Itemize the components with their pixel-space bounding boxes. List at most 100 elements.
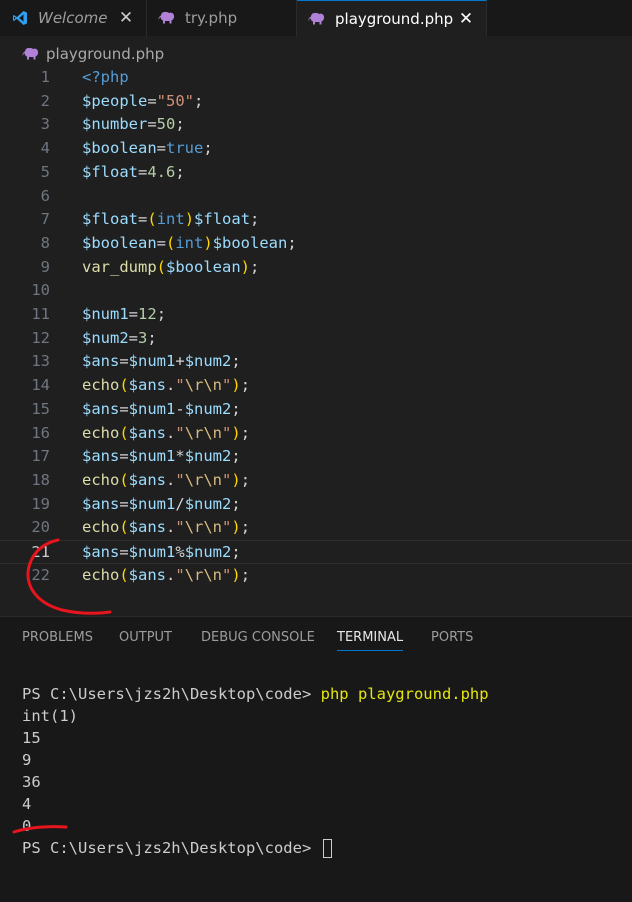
code-token: <?php [82,68,129,86]
code-token: ; [194,91,204,110]
breadcrumb[interactable]: playground.php [22,42,164,66]
code-line[interactable]: 17 $ans=$num1*$num2; [0,445,632,469]
code-token: echo [82,423,120,442]
code-token: = [147,91,157,110]
code-token: - [175,399,185,418]
tab-problems[interactable]: PROBLEMS [22,617,93,659]
code-token: = [147,115,157,134]
line-number: 4 [40,139,50,158]
code-token: ; [156,305,167,323]
code-line[interactable]: 5 $float=4.6; [0,161,632,185]
terminal-output-line: 15 [22,729,41,747]
tab-label: Welcome [38,9,108,27]
code-line[interactable]: 13 $ans=$num1+$num2; [0,350,632,374]
code-token: . [166,470,176,489]
code-text: var_dump($boolean); [82,256,259,280]
tab-welcome[interactable]: Welcome ✕ [0,0,147,36]
code-token: . [166,423,176,442]
code-token: % [175,543,185,561]
code-token: " [175,376,185,395]
tab-debug-console[interactable]: DEBUG CONSOLE [201,617,315,659]
code-text: $ans=$num1/$num2; [82,493,241,517]
code-token: ( [119,518,129,537]
code-token: \r\n [184,470,223,489]
code-token: " [222,470,232,489]
code-line[interactable]: 4 $boolean=true; [0,137,632,161]
code-token: ; [231,494,241,513]
code-line[interactable]: 1 <?php [0,66,632,90]
code-token: ; [175,162,185,181]
code-token: ( [156,257,166,276]
code-token: = [156,233,166,252]
line-number: 15 [31,399,50,418]
close-icon[interactable]: ✕ [456,9,476,29]
code-line[interactable]: 19 $ans=$num1/$num2; [0,493,632,517]
code-token: $number [82,115,148,134]
code-token: = [119,447,129,466]
code-line[interactable]: 7 $float=(int)$float; [0,208,632,232]
code-token: + [175,352,185,371]
code-editor[interactable]: 1 <?php 2 $people="50"; 3 $number=50; 4 $boolea… [0,66,632,614]
code-line[interactable]: 21 $ans=$num1%$num2; [0,540,632,564]
tab-ports[interactable]: PORTS [431,617,473,659]
line-number: 22 [31,565,50,584]
line-number: 2 [40,91,50,110]
code-line[interactable]: 8 $boolean=(int)$boolean; [0,232,632,256]
close-icon[interactable]: ✕ [116,8,136,28]
tab-terminal[interactable]: TERMINAL [337,617,404,659]
line-number: 9 [40,257,50,276]
code-token: = [128,305,139,323]
code-line[interactable]: 22 echo($ans."\r\n"); [0,564,632,588]
terminal-command: php playground.php [320,685,489,703]
code-token: / [175,494,185,513]
code-line[interactable]: 14 echo($ans."\r\n"); [0,374,632,398]
code-line[interactable]: 9 var_dump($boolean); [0,256,632,280]
code-line[interactable]: 16 echo($ans."\r\n"); [0,422,632,446]
code-text: $boolean=true; [82,137,213,161]
code-token: $num2 [82,328,129,347]
terminal-prompt: PS C:\Users\jzs2h\Desktop\code> [22,839,321,857]
code-line[interactable]: 11 $num1=12; [0,303,632,327]
code-token: " [222,565,232,584]
code-line[interactable]: 15 $ans=$num1-$num2; [0,398,632,422]
code-token: ; [203,139,213,158]
code-token: ) [231,518,241,537]
line-number: 3 [40,115,50,134]
code-line[interactable]: 12 $num2=3; [0,327,632,351]
code-text: $float=(int)$float; [82,208,259,232]
terminal-output[interactable]: PS C:\Users\jzs2h\Desktop\code> php play… [22,683,489,859]
php-elephant-icon [22,47,40,61]
terminal-output-line: int(1) [22,707,78,725]
terminal-output-line: 36 [22,773,41,791]
code-token: $num2 [184,543,232,561]
code-line[interactable]: 6 [0,185,632,209]
code-line[interactable]: 2 $people="50"; [0,90,632,114]
line-number: 20 [31,518,50,537]
code-token: ) [231,565,241,584]
tab-label: playground.php [335,9,454,28]
tab-output[interactable]: OUTPUT [119,617,172,659]
tab-try-php[interactable]: try.php [147,0,297,36]
code-text: $people="50"; [82,90,203,114]
code-token: . [166,376,176,395]
code-token: " [222,423,232,442]
code-line[interactable]: 18 echo($ans."\r\n"); [0,469,632,493]
line-number: 14 [31,376,50,395]
tab-playground-php[interactable]: playground.php ✕ [297,0,487,36]
terminal-output-line: 9 [22,751,32,769]
line-number: 7 [40,210,50,229]
code-token: echo [82,470,120,489]
code-token: ; [240,376,251,395]
code-token: ) [231,376,241,395]
line-number: 13 [31,352,50,371]
code-token: \r\n [184,518,223,537]
code-line[interactable]: 3 $number=50; [0,113,632,137]
terminal-cursor[interactable] [322,839,332,858]
code-token: = [138,210,148,229]
code-line[interactable]: 20 echo($ans."\r\n"); [0,516,632,540]
terminal-command-line: PS C:\Users\jzs2h\Desktop\code> php play… [22,683,489,705]
terminal-prompt: PS C:\Users\jzs2h\Desktop\code> [22,685,321,703]
code-line[interactable]: 10 [0,279,632,303]
code-token: " [175,565,185,584]
code-token: $ans [82,447,120,466]
